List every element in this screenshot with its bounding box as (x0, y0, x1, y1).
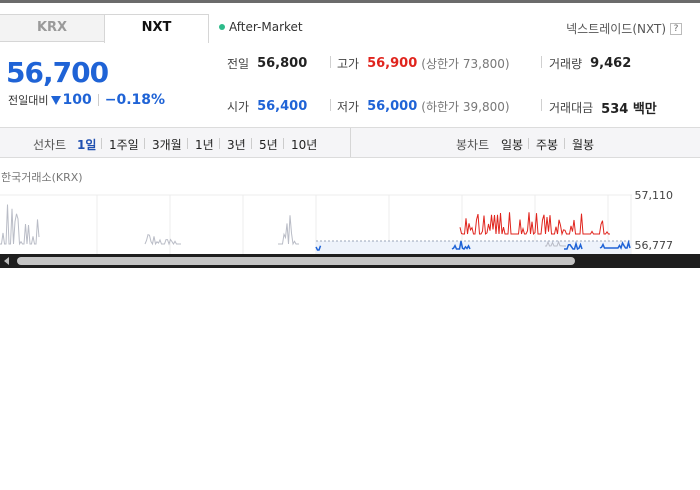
divider (541, 99, 542, 111)
candle-chart-label: 봉차트 (456, 138, 490, 152)
period-5y[interactable]: 5년 (259, 136, 278, 153)
stat-value: 56,900 (367, 56, 418, 71)
price-chart[interactable] (0, 186, 632, 254)
divider (528, 138, 529, 149)
y-axis-label-mid: 56,777 (634, 239, 674, 252)
change-percent: −0.18% (104, 92, 166, 108)
stat-label: 거래대금 (549, 101, 594, 115)
stat-label: 거래량 (549, 57, 583, 71)
price-trace (144, 234, 181, 246)
horizontal-scrollbar[interactable] (0, 254, 700, 268)
divider (541, 56, 542, 68)
period-weekly-candle[interactable]: 주봉 (536, 136, 558, 153)
stat-label: 저가 (337, 100, 360, 114)
change-value: 100 (62, 92, 92, 108)
stat-label: 시가 (227, 100, 250, 114)
line-chart-label: 선차트 (33, 138, 67, 152)
price-trace (0, 204, 40, 246)
stat-volume: 거래량 9,462 (549, 55, 631, 72)
stat-prev-close: 전일 56,800 (227, 55, 307, 72)
period-daily-candle[interactable]: 일봉 (501, 136, 523, 153)
price-change-row: 전일대비 100 −0.18% (8, 92, 165, 108)
period-1d[interactable]: 1일 (77, 136, 96, 153)
stat-limit: (하한가 39,800) (421, 100, 510, 114)
divider (564, 138, 565, 149)
period-3y[interactable]: 3년 (227, 136, 246, 153)
stat-value: 56,800 (257, 56, 308, 71)
divider (101, 138, 102, 149)
divider (219, 138, 220, 149)
divider (330, 99, 331, 111)
scroll-thumb[interactable] (17, 257, 575, 265)
help-icon[interactable]: ? (670, 22, 682, 35)
tab-nxt[interactable]: NXT (104, 14, 209, 43)
stat-value: 534 백만 (601, 102, 657, 117)
period-bar: 선차트 1일 1주일 3개월 1년 3년 5년 10년 봉차트 일봉 주봉 월봉 (0, 127, 700, 158)
divider (144, 138, 145, 149)
period-1w[interactable]: 1주일 (109, 136, 139, 153)
price-trace (278, 215, 299, 246)
divider (283, 138, 284, 149)
status-dot-icon (219, 24, 225, 30)
chart-title: 한국거래소(KRX) (1, 171, 83, 184)
stat-label: 고가 (337, 57, 360, 71)
stat-value: 56,400 (257, 99, 308, 114)
divider (330, 56, 331, 68)
divider (187, 138, 188, 149)
scroll-left-icon[interactable] (4, 257, 9, 265)
series-neutral (0, 204, 566, 247)
y-axis-label-top: 57,110 (634, 189, 674, 202)
range-band (316, 241, 631, 254)
period-1y[interactable]: 1년 (195, 136, 214, 153)
stat-amount: 거래대금 534 백만 (549, 98, 657, 117)
exchange-info[interactable]: 넥스트레이드(NXT) ? (566, 20, 682, 37)
period-10y[interactable]: 10년 (291, 136, 317, 153)
market-status: After-Market (219, 20, 303, 34)
tab-krx[interactable]: KRX (0, 14, 105, 42)
period-3m[interactable]: 3개월 (152, 136, 182, 153)
market-status-label: After-Market (229, 20, 303, 34)
stat-value: 56,000 (367, 99, 418, 114)
divider (251, 138, 252, 149)
change-label: 전일대비 (8, 94, 49, 107)
stat-high: 고가 56,900 (상한가 73,800) (337, 55, 510, 72)
stat-value: 9,462 (590, 56, 632, 71)
stat-limit: (상한가 73,800) (421, 57, 510, 71)
current-price: 56,700 (6, 56, 109, 89)
stat-low: 저가 56,000 (하한가 39,800) (337, 98, 510, 115)
divider (350, 128, 351, 157)
stat-label: 전일 (227, 57, 250, 71)
down-triangle-icon (51, 95, 62, 105)
period-monthly-candle[interactable]: 월봉 (572, 136, 594, 153)
stat-open: 시가 56,400 (227, 98, 307, 115)
exchange-link[interactable]: 넥스트레이드(NXT) (566, 20, 666, 37)
top-border (0, 0, 700, 3)
divider (97, 94, 99, 106)
